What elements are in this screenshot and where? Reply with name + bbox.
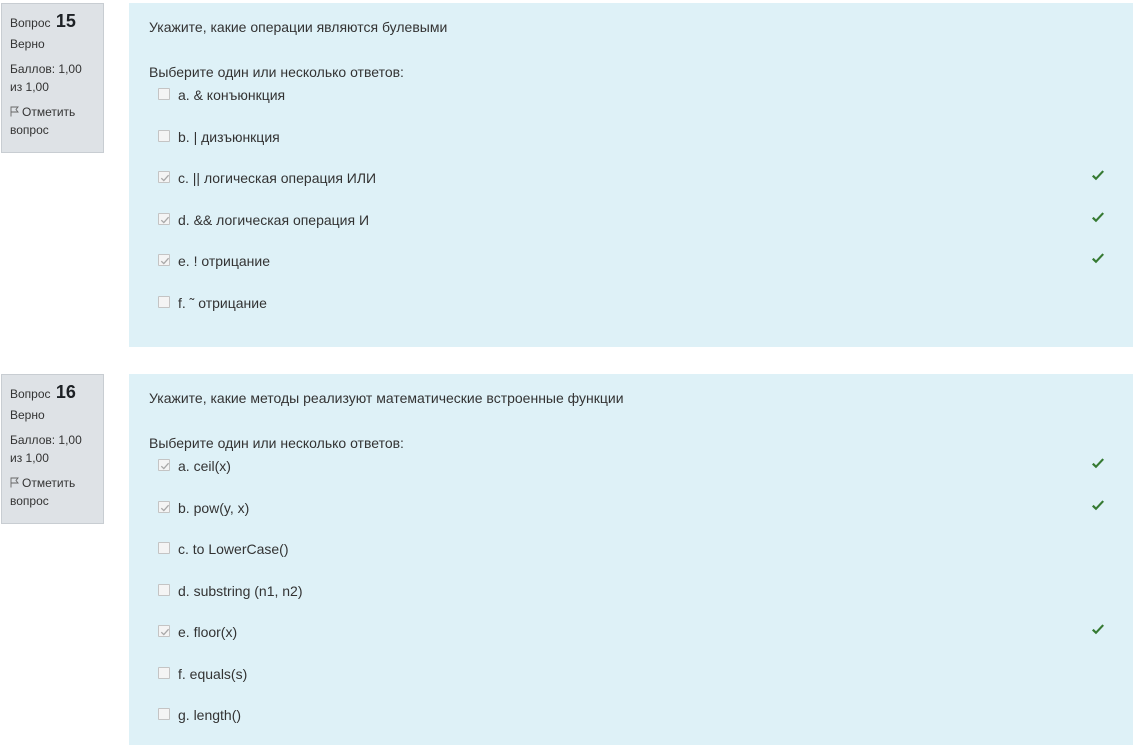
question-grade: Баллов: 1,00 из 1,00: [10, 62, 82, 94]
checkbox-unchecked[interactable]: [158, 542, 170, 554]
flag-question-link[interactable]: Отметить вопрос: [10, 474, 95, 510]
question-content: Укажите, какие методы реализуют математи…: [129, 374, 1133, 745]
question-info: Вопрос 15 Верно Баллов: 1,00 из 1,00 Отм…: [1, 3, 104, 153]
checkbox-checked[interactable]: [158, 459, 170, 471]
question-state: Верно: [10, 37, 45, 51]
checkbox-unchecked[interactable]: [158, 666, 170, 679]
checkbox-unchecked[interactable]: [158, 708, 170, 720]
answer-label: f. ˜ отрицание: [178, 294, 267, 311]
question-16: Вопрос 16 Верно Баллов: 1,00 из 1,00 Отм…: [0, 371, 1133, 745]
answer-option: g. length(): [149, 706, 1113, 748]
check-icon: [1092, 170, 1104, 181]
flag-question-link[interactable]: Отметить вопрос: [10, 103, 95, 139]
check-icon: [1092, 458, 1104, 469]
checkbox-checked[interactable]: [158, 171, 170, 183]
question-number: 15: [55, 11, 76, 31]
check-icon: [1092, 211, 1104, 222]
checkbox-tick-icon: [160, 257, 170, 265]
check-icon: [1092, 253, 1104, 264]
answer-option: f. ˜ отрицание: [149, 294, 1113, 336]
checkbox-unchecked[interactable]: [158, 583, 170, 596]
answer-list: a. ceil(x) b. pow(y, x) c. to LowerCase() d…: [149, 457, 1113, 748]
flag-icon: [10, 477, 19, 488]
answer-label: d. substring (n1, n2): [178, 582, 303, 599]
answer-label: f. equals(s): [178, 665, 248, 682]
question-number: 16: [55, 382, 76, 402]
answer-list: a. & конъюнкция b. | дизъюнкция c. || логи…: [149, 86, 1113, 335]
checkbox-checked[interactable]: [158, 212, 170, 225]
answer-label: e. ! отрицание: [178, 253, 270, 269]
answer-option: d. && логическая операция И: [149, 211, 1113, 253]
question-number-prefix: Вопрос: [10, 16, 51, 30]
question-content: Укажите, какие операции являются булевым…: [129, 3, 1133, 347]
question-15: Вопрос 15 Верно Баллов: 1,00 из 1,00 Отм…: [0, 0, 1133, 350]
answer-label: d. && логическая операция И: [178, 211, 370, 228]
checkbox-tick-icon: [160, 462, 170, 470]
answer-label: b. | дизъюнкция: [178, 128, 280, 145]
checkbox-unchecked[interactable]: [158, 129, 170, 142]
question-text: Укажите, какие операции являются булевым…: [149, 19, 448, 35]
answer-option: e. floor(x): [149, 623, 1113, 665]
checkbox-unchecked[interactable]: [158, 88, 170, 100]
checkbox-checked[interactable]: [158, 254, 170, 266]
answer-label: c. to LowerCase(): [178, 541, 289, 557]
answer-label: b. pow(y, x): [178, 499, 250, 516]
question-info: Вопрос 16 Верно Баллов: 1,00 из 1,00 Отм…: [1, 374, 104, 524]
check-icon: [1092, 499, 1104, 510]
answer-label: a. & конъюнкция: [178, 87, 286, 103]
question-text: Укажите, какие методы реализуют математи…: [149, 390, 624, 406]
checkbox-tick-icon: [160, 174, 170, 182]
answer-option: d. substring (n1, n2): [149, 582, 1113, 624]
checkbox-tick-icon: [160, 504, 170, 512]
checkbox-tick-icon: [160, 216, 170, 224]
answer-option: a. ceil(x): [149, 457, 1113, 499]
checkbox-checked[interactable]: [158, 625, 170, 637]
flag-icon: [10, 106, 19, 117]
answer-option: c. to LowerCase(): [149, 540, 1113, 582]
answer-option: c. || логическая операция ИЛИ: [149, 169, 1113, 211]
question-grade: Баллов: 1,00 из 1,00: [10, 433, 82, 465]
answer-label: g. length(): [178, 707, 242, 723]
answer-label: c. || логическая операция ИЛИ: [178, 170, 377, 186]
answer-option: b. | дизъюнкция: [149, 128, 1113, 170]
answer-option: b. pow(y, x): [149, 499, 1113, 541]
answer-option: e. ! отрицание: [149, 252, 1113, 294]
check-icon: [1092, 624, 1104, 635]
answer-option: f. equals(s): [149, 665, 1113, 707]
checkbox-unchecked[interactable]: [158, 295, 170, 308]
question-number-prefix: Вопрос: [10, 387, 51, 401]
answer-label: e. floor(x): [178, 624, 238, 640]
checkbox-checked[interactable]: [158, 500, 170, 513]
checkbox-tick-icon: [160, 628, 170, 636]
answer-prompt: Выберите один или несколько ответов:: [149, 435, 404, 451]
question-number-line: Вопрос 15: [10, 10, 95, 34]
question-number-line: Вопрос 16: [10, 381, 95, 405]
question-state: Верно: [10, 408, 45, 422]
answer-label: a. ceil(x): [178, 458, 231, 474]
answer-option: a. & конъюнкция: [149, 86, 1113, 128]
answer-prompt: Выберите один или несколько ответов:: [149, 64, 404, 80]
